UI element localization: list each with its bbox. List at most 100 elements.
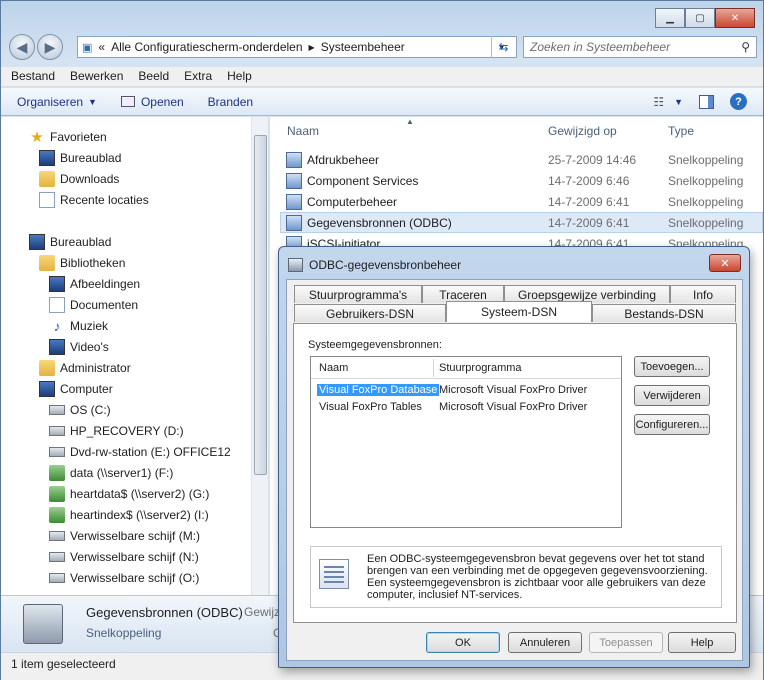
list-column-driver[interactable]: Stuurprogramma	[439, 362, 522, 374]
menu-edit[interactable]: Bewerken	[70, 67, 123, 86]
nav-documents[interactable]: Documenten	[49, 295, 138, 315]
file-row[interactable]: Afdrukbeheer 25-7-2009 14:46 Snelkoppeli…	[280, 149, 763, 170]
help-icon[interactable]: ?	[730, 93, 747, 110]
maximize-button[interactable]: ▢	[685, 8, 715, 28]
nav-music[interactable]: ♪ Muziek	[49, 316, 109, 336]
file-name: Computerbeheer	[307, 194, 398, 209]
nav-drive-e[interactable]: Dvd-rw-station (E:) OFFICE12	[49, 442, 231, 462]
breadcrumb-separator-icon: ▶	[308, 42, 315, 52]
menu-bar: Bestand Bewerken Beeld Extra Help	[1, 67, 763, 87]
nav-label: HP_RECOVERY (D:)	[70, 424, 184, 438]
nav-drive-g[interactable]: heartdata$ (\\server2) (G:)	[49, 484, 209, 504]
file-row[interactable]: Component Services 14-7-2009 6:46 Snelko…	[280, 170, 763, 191]
nav-drive-n[interactable]: Verwisselbare schijf (N:)	[49, 547, 199, 567]
column-type[interactable]: Type	[668, 124, 694, 138]
address-bar[interactable]: ▣ « Alle Configuratiescherm-onderdelen ▶…	[77, 36, 517, 58]
nav-drive-o[interactable]: Verwisselbare schijf (O:)	[49, 568, 199, 588]
nav-recent[interactable]: Recente locaties	[39, 190, 149, 210]
command-bar: Organiseren ▼ Openen Branden ☷ ▼ ?	[1, 88, 763, 116]
odbc-large-icon	[23, 604, 63, 644]
tab-file-dsn[interactable]: Bestands-DSN	[592, 304, 736, 322]
drive-icon	[49, 405, 65, 415]
nav-drive-f[interactable]: data (\\server1) (F:)	[49, 463, 173, 483]
address-chevron[interactable]: «	[98, 40, 105, 54]
tab-about[interactable]: Info	[670, 285, 736, 303]
add-button[interactable]: Toevoegen...	[634, 356, 710, 377]
forward-button[interactable]: ▶	[37, 34, 63, 60]
nav-label: Verwisselbare schijf (M:)	[70, 529, 201, 543]
nav-favorites[interactable]: ★ Favorieten	[29, 127, 106, 147]
configure-button[interactable]: Configureren...	[634, 414, 710, 435]
menu-help[interactable]: Help	[227, 67, 252, 86]
recent-icon	[39, 192, 55, 208]
organize-button[interactable]: Organiseren ▼	[17, 95, 97, 109]
pictures-icon	[49, 276, 65, 292]
nav-desktop[interactable]: Bureaublad	[29, 232, 111, 252]
open-button[interactable]: Openen	[120, 95, 184, 109]
nav-scrollbar-thumb[interactable]	[254, 135, 267, 475]
print-management-icon	[286, 151, 302, 168]
list-header: Naam Stuurprogramma	[311, 357, 621, 379]
menu-tools[interactable]: Extra	[184, 67, 212, 86]
nav-desktop-fav[interactable]: Bureaublad	[39, 148, 121, 168]
file-type: Snelkoppeling	[668, 194, 744, 209]
dsn-driver: Microsoft Visual FoxPro Driver	[439, 384, 588, 396]
view-dropdown-icon[interactable]: ▼	[674, 97, 683, 107]
dsn-name: Visual FoxPro Tables	[319, 401, 422, 413]
tab-user-dsn[interactable]: Gebruikers-DSN	[294, 304, 446, 322]
burn-button[interactable]: Branden	[208, 95, 253, 109]
help-button[interactable]: Help	[668, 632, 736, 653]
library-icon	[39, 255, 55, 271]
menu-view[interactable]: Beeld	[138, 67, 169, 86]
nav-libraries[interactable]: Bibliotheken	[39, 253, 125, 273]
refresh-button[interactable]: ⇆	[491, 36, 515, 58]
file-row-selected[interactable]: Gegevensbronnen (ODBC) 14-7-2009 6:41 Sn…	[280, 212, 763, 233]
close-button[interactable]: ✕	[715, 8, 755, 28]
cancel-button[interactable]: Annuleren	[508, 632, 582, 653]
tab-drivers[interactable]: Stuurprogramma's	[294, 285, 422, 303]
nav-label: Bibliotheken	[60, 256, 126, 270]
system-dsn-list[interactable]: Naam Stuurprogramma Visual FoxPro Databa…	[310, 356, 622, 528]
nav-videos[interactable]: Video's	[49, 337, 109, 357]
minimize-button[interactable]: ▁	[655, 8, 685, 28]
nav-downloads[interactable]: Downloads	[39, 169, 119, 189]
caption-buttons: ▁ ▢ ✕	[655, 8, 755, 28]
list-column-name[interactable]: Naam	[319, 362, 348, 374]
back-button[interactable]: ◀	[9, 34, 35, 60]
nav-drive-d[interactable]: HP_RECOVERY (D:)	[49, 421, 184, 441]
view-options-icon[interactable]: ☷	[653, 95, 664, 109]
column-name[interactable]: Naam	[287, 124, 319, 138]
dialog-close-button[interactable]: ✕	[709, 254, 741, 272]
ok-button[interactable]: OK	[426, 632, 500, 653]
nav-label: Recente locaties	[60, 193, 149, 207]
apply-button[interactable]: Toepassen	[589, 632, 663, 653]
nav-computer[interactable]: Computer	[39, 379, 113, 399]
tab-system-dsn[interactable]: Systeem-DSN	[446, 301, 592, 322]
nav-pictures[interactable]: Afbeeldingen	[49, 274, 140, 294]
user-folder-icon	[39, 360, 55, 376]
nav-drive-c[interactable]: OS (C:)	[49, 400, 111, 420]
sort-ascending-icon: ▲	[406, 117, 414, 126]
nav-drive-i[interactable]: heartindex$ (\\server2) (I:)	[49, 505, 209, 525]
column-modified[interactable]: Gewijzigd op	[548, 124, 617, 138]
network-drive-icon	[49, 507, 65, 523]
breadcrumb-control-panel[interactable]: Alle Configuratiescherm-onderdelen	[111, 40, 302, 54]
nav-drive-m[interactable]: Verwisselbare schijf (M:)	[49, 526, 200, 546]
desktop-icon	[29, 234, 45, 250]
column-divider	[433, 359, 434, 377]
remove-button[interactable]: Verwijderen	[634, 385, 710, 406]
nav-scrollbar[interactable]	[251, 117, 268, 595]
file-name: Component Services	[307, 173, 419, 188]
search-input[interactable]: Zoeken in Systeembeheer ⚲	[523, 36, 757, 58]
status-text: 1 item geselecteerd	[11, 657, 116, 671]
odbc-icon	[288, 258, 303, 272]
file-row[interactable]: Computerbeheer 14-7-2009 6:41 Snelkoppel…	[280, 191, 763, 212]
removable-drive-icon	[49, 531, 65, 541]
search-icon[interactable]: ⚲	[741, 40, 750, 54]
breadcrumb-admin-tools[interactable]: Systeembeheer	[321, 40, 405, 54]
dsn-row-selected[interactable]: Visual FoxPro Database Microsoft Visual …	[313, 383, 619, 399]
preview-pane-icon[interactable]	[699, 94, 714, 109]
dsn-row[interactable]: Visual FoxPro Tables Microsoft Visual Fo…	[313, 400, 619, 416]
menu-file[interactable]: Bestand	[11, 67, 55, 86]
nav-administrator[interactable]: Administrator	[39, 358, 131, 378]
